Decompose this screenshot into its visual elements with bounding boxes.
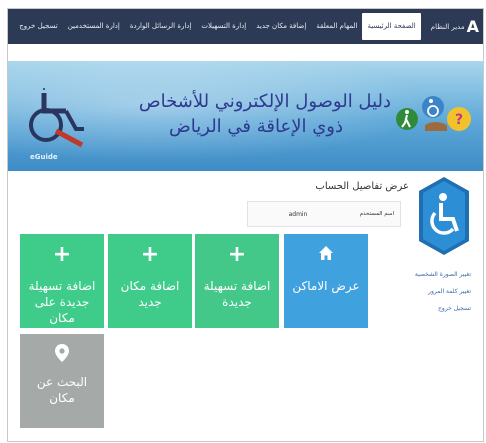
app-window: A مدير النظام الصفحة الرئيسية المهام الم… bbox=[7, 8, 484, 442]
brand-role-label: مدير النظام bbox=[430, 22, 465, 31]
add-facility-label: اضافة تسهيلة جديدة bbox=[203, 279, 271, 309]
change-photo-link[interactable]: تغيير الصورة الشخصية bbox=[391, 271, 471, 278]
username-label: اسم المستخدم bbox=[359, 211, 394, 217]
nav-manage-facilities[interactable]: إدارة التسهيلات bbox=[196, 9, 251, 44]
search-place-tile[interactable]: البحث عن مكان bbox=[20, 334, 104, 428]
brand-letter: A bbox=[466, 17, 479, 36]
add-facility-to-place-label: اضافة تسهيلة جديدة على مكان bbox=[28, 279, 96, 325]
add-place-label: اضافة مكان جديد bbox=[120, 279, 180, 309]
change-password-link[interactable]: تغيير كلمة المرور bbox=[391, 288, 471, 295]
account-side-links: تغيير الصورة الشخصية تغيير كلمة المرور ت… bbox=[391, 271, 471, 322]
home-icon bbox=[284, 244, 368, 266]
banner-title: دليل الوصول الإلكتروني للأشخاص bbox=[138, 91, 391, 112]
account-details-heading: عرض تفاصيل الحساب bbox=[315, 181, 409, 192]
account-details-table: اسم المستخدم admin bbox=[247, 201, 401, 227]
nav-add-place[interactable]: إضافة مكان جديد bbox=[251, 9, 311, 44]
top-navbar: A مدير النظام الصفحة الرئيسية المهام الم… bbox=[8, 9, 483, 44]
plus-icon: + bbox=[227, 242, 247, 267]
nav-manage-users[interactable]: إدارة المستخدمين bbox=[63, 9, 125, 44]
eguide-logo bbox=[26, 87, 88, 157]
eguide-logo-text: eGuide bbox=[30, 153, 58, 161]
banner-subtitle: ذوي الإعاقة في الرياض bbox=[169, 116, 343, 137]
nav-pending-tasks[interactable]: المهام المعلقة bbox=[311, 9, 362, 44]
nav-home[interactable]: الصفحة الرئيسية bbox=[362, 13, 421, 40]
add-facility-tile[interactable]: + اضافة تسهيلة جديدة bbox=[195, 234, 279, 328]
view-places-tile[interactable]: عرض الاماكن bbox=[284, 234, 368, 328]
brand[interactable]: A مدير النظام bbox=[431, 17, 479, 36]
plus-icon: + bbox=[52, 242, 72, 267]
accessibility-icons: ? bbox=[395, 91, 475, 143]
profile-picture bbox=[419, 177, 469, 255]
svg-text:?: ? bbox=[455, 112, 463, 128]
plus-icon: + bbox=[140, 242, 160, 267]
add-place-tile[interactable]: + اضافة مكان جديد bbox=[108, 234, 192, 328]
header-banner: eGuide دليل الوصول الإلكتروني للأشخاص ذو… bbox=[8, 61, 483, 171]
username-value: admin bbox=[288, 210, 308, 218]
add-facility-to-place-tile[interactable]: + اضافة تسهيلة جديدة على مكان bbox=[20, 234, 104, 328]
view-places-label: عرض الاماكن bbox=[292, 279, 360, 293]
map-pin-icon bbox=[55, 344, 69, 362]
logout-link[interactable]: تسجيل خروج bbox=[391, 305, 471, 312]
nav-manage-messages[interactable]: إدارة الرسائل الواردة bbox=[125, 9, 197, 44]
search-place-label: البحث عن مكان bbox=[36, 375, 88, 405]
nav-logout[interactable]: تسجيل خروج bbox=[14, 9, 62, 44]
